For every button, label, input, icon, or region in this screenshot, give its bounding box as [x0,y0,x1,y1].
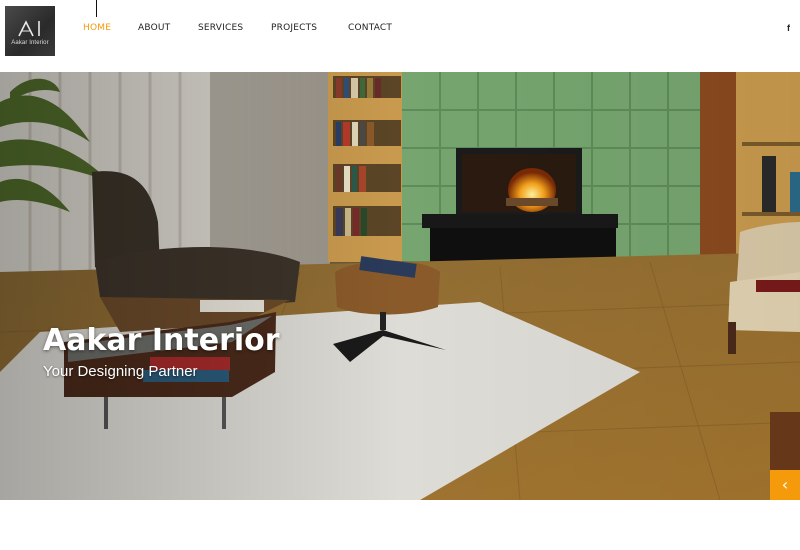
nav-item-projects[interactable]: PROJECTS [271,23,317,33]
site-header: Aakar Interior HOME ABOUT SERVICES PROJE… [0,0,800,72]
nav-item-services[interactable]: SERVICES [198,23,243,33]
hero-background-image [0,72,800,500]
logo-mark-icon [18,20,40,37]
chevron-left-icon: ‹ [781,475,789,494]
logo-text: Aakar Interior [11,40,49,46]
facebook-icon[interactable]: f [787,23,790,33]
hero-title: Aakar Interior [43,323,280,359]
nav-item-about[interactable]: ABOUT [138,23,170,33]
brand-logo[interactable]: Aakar Interior [5,6,55,56]
nav-item-home[interactable]: HOME [83,23,111,33]
hero-slider: Aakar Interior Your Designing Partner [0,72,800,500]
nav-indicator [96,0,97,17]
slider-prev-button[interactable]: ‹ [770,470,800,500]
nav-item-contact[interactable]: CONTACT [348,23,392,33]
hero-subtitle: Your Designing Partner [43,363,198,380]
